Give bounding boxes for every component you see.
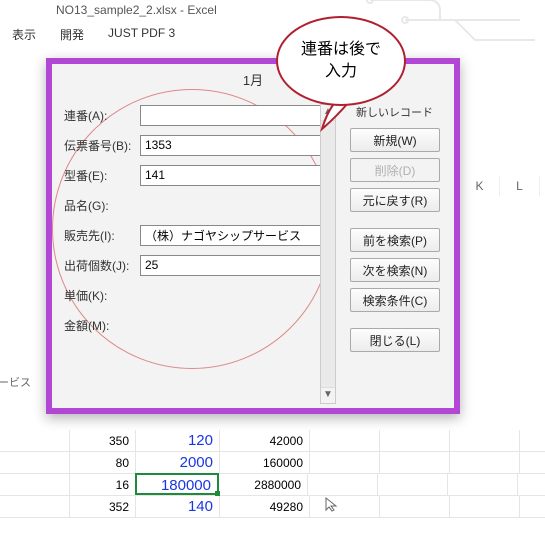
callout-bubble: 連番は後で 入力 — [276, 16, 406, 106]
table-row: 16 180000 2880000 — [0, 474, 545, 496]
ribbon-tabs: 表示 開発 JUST PDF 3 — [0, 26, 175, 43]
label-shukka: 出荷個数(J): — [64, 257, 140, 274]
ribbon-tab-justpdf[interactable]: JUST PDF 3 — [108, 26, 175, 43]
label-tanka: 単価(K): — [64, 287, 140, 304]
callout-line2: 入力 — [325, 63, 357, 80]
label-kingaku: 金額(M): — [64, 317, 140, 334]
label-hinmei: 品名(G): — [64, 197, 140, 214]
label-kataban: 型番(E): — [64, 167, 140, 184]
close-button[interactable]: 閉じる(L) — [350, 328, 440, 352]
delete-button: 削除(D) — [350, 158, 440, 182]
table-row: 352 140 49280 — [0, 496, 545, 518]
col-header-l: L — [500, 176, 540, 196]
label-hanbai: 販売先(I): — [64, 227, 140, 244]
input-hanbai[interactable] — [140, 225, 324, 246]
find-next-button[interactable]: 次を検索(N) — [350, 258, 440, 282]
data-form-dialog: 1月 連番(A): 伝票番号(B): 型番(E): 品名(G): 販売先(I):… — [46, 58, 460, 414]
ribbon-tab-dev[interactable]: 開発 — [60, 26, 84, 43]
col-header-k: K — [460, 176, 500, 196]
input-kataban[interactable] — [140, 165, 324, 186]
form-fields: 連番(A): 伝票番号(B): 型番(E): 品名(G): 販売先(I): 出荷… — [64, 104, 324, 344]
input-shukka[interactable] — [140, 255, 324, 276]
table-row: 80 2000 160000 — [0, 452, 545, 474]
criteria-button[interactable]: 検索条件(C) — [350, 288, 440, 312]
button-column: 新しいレコード 新規(W) 削除(D) 元に戻す(R) 前を検索(P) 次を検索… — [350, 104, 440, 358]
new-button[interactable]: 新規(W) — [350, 128, 440, 152]
selected-cell[interactable]: 180000 — [135, 473, 219, 495]
form-scrollbar[interactable]: ▲ ▼ — [320, 104, 336, 404]
table-row: 350 120 42000 — [0, 430, 545, 452]
input-denpyo[interactable] — [140, 135, 324, 156]
input-renban[interactable] — [140, 105, 324, 126]
label-renban: 連番(A): — [64, 107, 140, 124]
record-counter: 新しいレコード — [350, 104, 440, 120]
ribbon-tab-view[interactable]: 表示 — [12, 26, 36, 43]
title-bar: NO13_sample2_2.xlsx - Excel — [0, 0, 545, 20]
restore-button[interactable]: 元に戻す(R) — [350, 188, 440, 212]
label-denpyo: 伝票番号(B): — [64, 137, 140, 154]
worksheet-grid[interactable]: 350 120 42000 80 2000 160000 16 180000 2… — [0, 430, 545, 518]
scroll-down-icon[interactable]: ▼ — [321, 387, 335, 403]
dialog-title: 1月 — [243, 70, 263, 89]
find-prev-button[interactable]: 前を検索(P) — [350, 228, 440, 252]
truncated-text: ービス — [0, 374, 31, 390]
callout-line1: 連番は後で — [301, 41, 381, 58]
